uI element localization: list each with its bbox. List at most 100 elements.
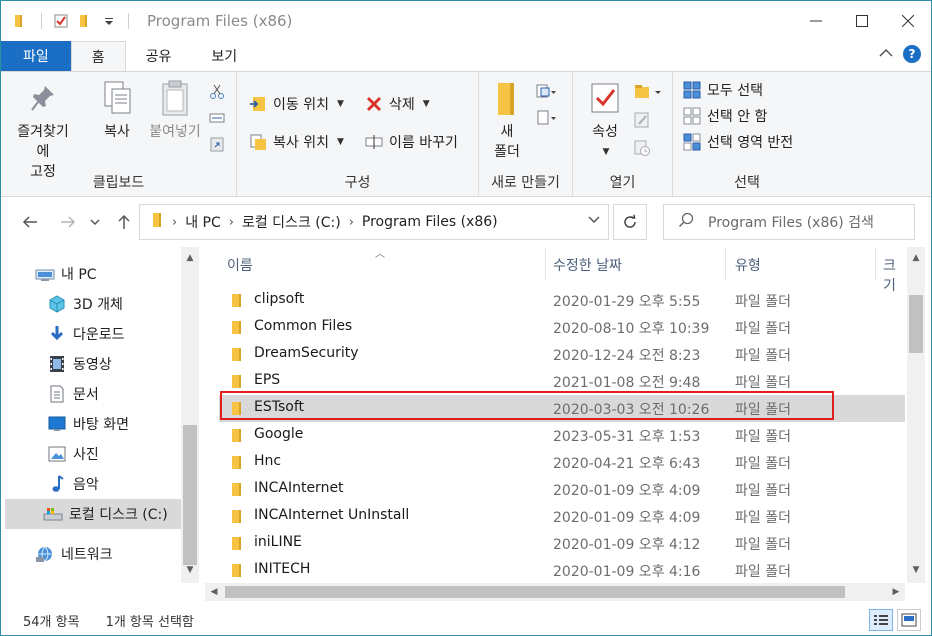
nav-item-3d-objects[interactable]: 3D 개체 [47, 289, 227, 319]
recent-locations-button[interactable] [87, 211, 103, 233]
close-button[interactable] [885, 1, 931, 41]
details-view-icon[interactable] [869, 609, 893, 631]
nav-item-music[interactable]: 음악 [47, 469, 227, 499]
column-divider[interactable] [725, 247, 726, 281]
history-icon[interactable] [633, 136, 651, 160]
move-to-button[interactable]: 이동 위치 ▼ [249, 92, 344, 116]
address-bar[interactable]: › 내 PC › 로컬 디스크 (C:) › Program Files (x8… [139, 204, 609, 240]
nav-item-pictures[interactable]: 사진 [47, 439, 227, 469]
minimize-button[interactable] [793, 1, 839, 41]
breadcrumb-local-disk[interactable]: 로컬 디스크 (C:) [242, 212, 341, 232]
select-all-button[interactable]: 모두 선택 [683, 78, 763, 102]
copy-path-icon[interactable] [209, 106, 225, 130]
select-none-button[interactable]: 선택 안 함 [683, 104, 767, 128]
edit-icon[interactable] [633, 108, 651, 132]
column-headers: ︿ 이름 수정한 날짜 유형 크기 [205, 247, 905, 294]
scrollbar-thumb[interactable] [225, 586, 845, 598]
table-row[interactable]: iniLINE 2020-01-09 오후 4:12 파일 폴더 [219, 530, 905, 557]
horizontal-scrollbar[interactable]: ◀ ▶ [205, 583, 905, 601]
copy-button[interactable]: 복사 [93, 78, 141, 142]
scrollbar-thumb[interactable] [183, 425, 197, 565]
status-bar: 54개 항목 1개 항목 선택함 [1, 605, 931, 635]
up-button[interactable] [113, 211, 135, 233]
file-list-scrollbar[interactable]: ▲ ▼ [907, 247, 925, 583]
tab-home[interactable]: 홈 [70, 41, 126, 71]
new-folder-icon[interactable] [76, 12, 94, 30]
open-icon[interactable] [633, 80, 663, 104]
column-header-type[interactable]: 유형 [735, 255, 761, 275]
nav-item-downloads[interactable]: 다운로드 [47, 319, 227, 349]
table-row[interactable]: INITECH 2020-01-09 오후 4:16 파일 폴더 [219, 557, 905, 584]
nav-item-videos[interactable]: 동영상 [47, 349, 227, 379]
new-item-icon[interactable] [535, 80, 557, 104]
collapse-ribbon-icon[interactable] [879, 46, 893, 62]
rename-button[interactable]: 이름 바꾸기 [365, 130, 458, 154]
nav-item-local-disk[interactable]: 로컬 디스크 (C:) [5, 499, 181, 529]
refresh-button[interactable] [613, 204, 647, 240]
new-folder-button[interactable]: 새 폴더 [485, 78, 529, 162]
properties-button[interactable]: 속성 ▼ [581, 78, 629, 162]
nav-item-desktop[interactable]: 바탕 화면 [47, 409, 227, 439]
forward-button[interactable] [57, 211, 79, 233]
title-bar: Program Files (x86) [1, 1, 931, 41]
chevron-right-icon[interactable]: › [349, 215, 354, 230]
file-date: 2020-01-09 오후 4:09 [553, 483, 701, 499]
properties-check-icon[interactable] [52, 12, 70, 30]
chevron-right-icon[interactable]: › [172, 215, 177, 230]
column-header-date[interactable]: 수정한 날짜 [553, 255, 622, 275]
folder-icon [232, 537, 241, 550]
copy-to-button[interactable]: 복사 위치 ▼ [249, 130, 344, 154]
delete-icon [365, 95, 383, 113]
nav-item-documents[interactable]: 문서 [47, 379, 227, 409]
invert-selection-button[interactable]: 선택 영역 반전 [683, 130, 793, 154]
scrollbar-thumb[interactable] [909, 295, 923, 353]
tab-view[interactable]: 보기 [191, 41, 257, 71]
paste-shortcut-icon[interactable] [209, 132, 225, 156]
chevron-down-icon: ▼ [336, 99, 344, 109]
tab-share[interactable]: 공유 [126, 41, 192, 71]
scroll-down-icon[interactable]: ▼ [907, 561, 925, 579]
cut-icon[interactable] [209, 80, 225, 104]
pin-to-quick-access-button[interactable]: 즐겨찾기에 고정 [11, 78, 75, 182]
quick-access-toolbar: Program Files (x86) [1, 1, 292, 41]
easy-access-icon[interactable] [535, 106, 557, 130]
table-row[interactable]: INCAInternet 2020-01-09 오후 4:09 파일 폴더 [219, 476, 905, 503]
folder-icon [13, 12, 31, 30]
scroll-up-icon[interactable]: ▲ [907, 249, 925, 267]
table-row[interactable]: Google 2023-05-31 오후 1:53 파일 폴더 [219, 422, 905, 449]
file-name: INCAInternet UnInstall [254, 507, 410, 523]
customize-qat-icon[interactable] [100, 12, 118, 30]
tab-file[interactable]: 파일 [1, 41, 71, 71]
table-row[interactable]: clipsoft 2020-01-29 오후 5:55 파일 폴더 [219, 287, 905, 314]
column-divider[interactable] [875, 247, 876, 281]
table-row[interactable]: EPS 2021-01-08 오전 9:48 파일 폴더 [219, 368, 905, 395]
scroll-left-icon[interactable]: ◀ [205, 583, 223, 601]
delete-button[interactable]: 삭제 ▼ [365, 92, 430, 116]
address-dropdown-icon[interactable] [588, 214, 600, 227]
address-row: › 내 PC › 로컬 디스크 (C:) › Program Files (x8… [1, 197, 931, 247]
help-icon[interactable]: ? [903, 45, 921, 63]
table-row[interactable]: INCAInternet UnInstall 2020-01-09 오후 4:09… [219, 503, 905, 530]
paste-button[interactable]: 붙여넣기 [143, 78, 207, 142]
folder-icon [232, 564, 241, 577]
ribbon-right-controls: ? [879, 45, 921, 63]
search-box[interactable]: Program Files (x86) 검색 [663, 204, 915, 240]
column-header-name[interactable]: 이름 [227, 255, 253, 275]
table-row[interactable]: Hnc 2020-04-21 오후 6:43 파일 폴더 [219, 449, 905, 476]
table-row[interactable]: DreamSecurity 2020-12-24 오전 8:23 파일 폴더 [219, 341, 905, 368]
table-row[interactable]: ESTsoft 2020-03-03 오전 10:26 파일 폴더 [219, 395, 905, 422]
back-button[interactable] [19, 211, 41, 233]
invert-selection-label: 선택 영역 반전 [707, 135, 794, 151]
scroll-up-icon[interactable]: ▲ [181, 249, 199, 267]
file-date: 2020-01-29 오후 5:55 [553, 294, 701, 310]
breadcrumb-program-files[interactable]: Program Files (x86) [362, 214, 498, 230]
scroll-right-icon[interactable]: ▶ [887, 583, 905, 601]
scroll-down-icon[interactable]: ▼ [181, 561, 199, 579]
column-divider[interactable] [545, 247, 546, 281]
breadcrumb-pc[interactable]: 내 PC [185, 212, 221, 232]
table-row[interactable]: Common Files 2020-08-10 오후 10:39 파일 폴더 [219, 314, 905, 341]
maximize-button[interactable] [839, 1, 885, 41]
chevron-right-icon[interactable]: › [229, 215, 234, 230]
nav-pane-scrollbar[interactable]: ▲ ▼ [181, 247, 199, 583]
large-icons-view-icon[interactable] [897, 609, 921, 631]
